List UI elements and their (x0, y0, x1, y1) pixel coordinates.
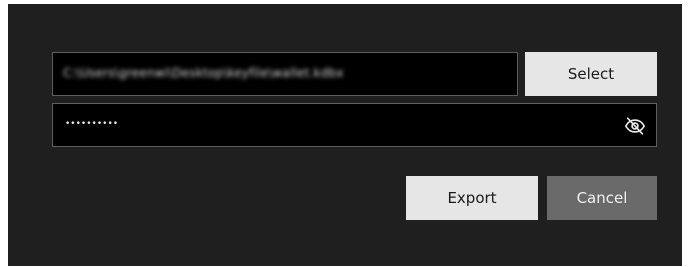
export-dialog: C:\Users\greenwi\Desktop\keyfile\wallet.… (8, 4, 682, 266)
password-masked-value: •••••••••• (65, 119, 119, 129)
file-path-value: C:\Users\greenwi\Desktop\keyfile\wallet.… (63, 66, 344, 80)
select-button[interactable]: Select (525, 52, 657, 96)
file-path-field[interactable]: C:\Users\greenwi\Desktop\keyfile\wallet.… (52, 52, 518, 96)
export-button[interactable]: Export (406, 176, 538, 220)
eye-slash-icon[interactable] (624, 115, 646, 137)
password-field[interactable]: •••••••••• (52, 103, 657, 147)
cancel-button[interactable]: Cancel (547, 176, 657, 220)
